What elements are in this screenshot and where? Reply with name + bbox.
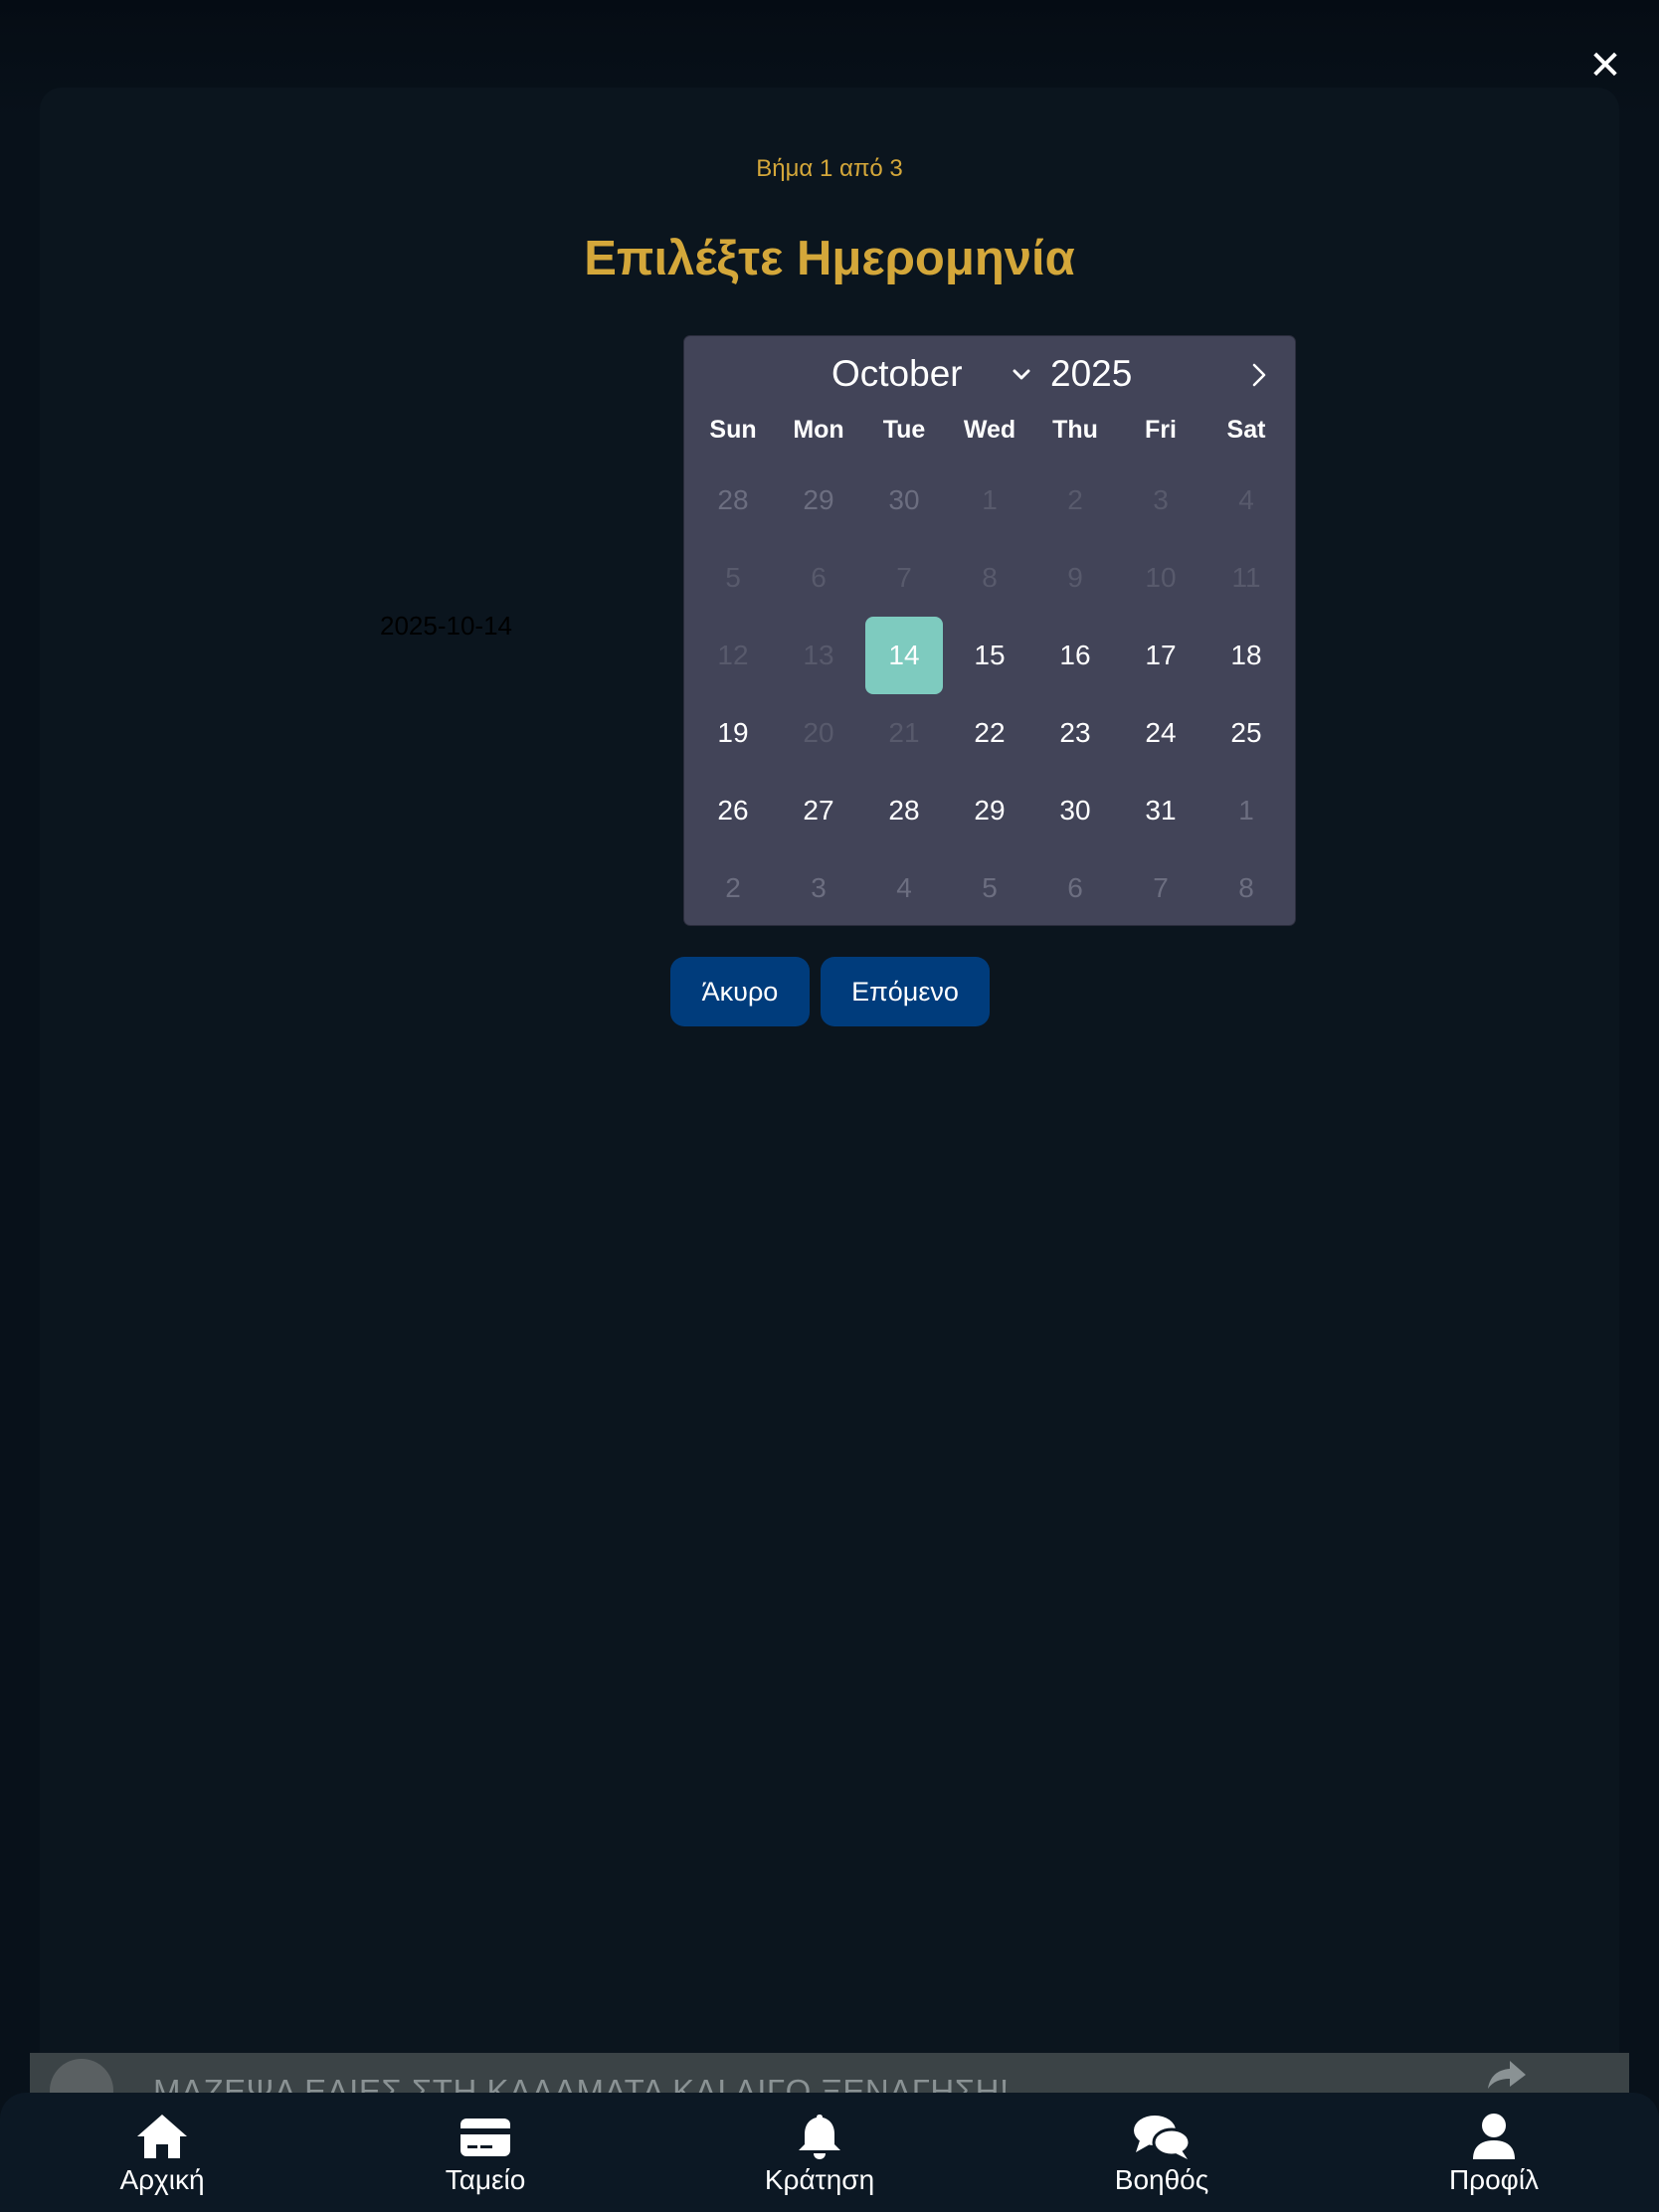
calendar-day[interactable]: 25 [1207, 694, 1285, 772]
nav-label: Ταμείο [445, 2164, 526, 2195]
calendar-day[interactable]: 30 [865, 461, 943, 539]
year-input[interactable]: 2025 [1050, 348, 1132, 400]
calendar-day[interactable]: 4 [865, 849, 943, 927]
nav-item-assistant[interactable]: Βοηθός [1062, 2113, 1261, 2196]
calendar-day[interactable]: 19 [694, 694, 772, 772]
calendar-day[interactable]: 17 [1122, 617, 1199, 694]
calendar-header: October 2025 [684, 348, 1295, 400]
action-buttons: Άκυρο Επόμενο [670, 957, 990, 1026]
calendar-day[interactable]: 6 [1036, 849, 1114, 927]
weekday-label: Wed [963, 416, 1016, 444]
calendar-day: 5 [725, 562, 741, 593]
calendar-day[interactable]: 1 [1207, 772, 1285, 849]
bottom-navigation: Αρχική Ταμείο Κράτηση Βοηθός Προφίλ [0, 2093, 1659, 2212]
nav-item-profile[interactable]: Προφίλ [1394, 2113, 1593, 2196]
calendar-day: 9 [1067, 562, 1083, 593]
weekday-label: Thu [1052, 416, 1098, 444]
calendar-day[interactable]: 28 [694, 461, 772, 539]
weekday-label: Fri [1145, 416, 1177, 444]
next-month-icon[interactable] [1247, 362, 1271, 388]
nav-label: Κράτηση [764, 2164, 875, 2195]
calendar-day[interactable]: 5 [951, 849, 1028, 927]
calendar-day: 21 [888, 717, 920, 748]
nav-item-booking[interactable]: Κράτηση [720, 2113, 919, 2196]
calendar-day[interactable]: 16 [1036, 617, 1114, 694]
date-picker-calendar: October 2025 Sun Mon Tue Wed Thu Fri Sat… [684, 336, 1295, 925]
calendar-day: 1 [982, 484, 998, 515]
calendar-day: 12 [717, 640, 749, 670]
calendar-day-selected[interactable]: 14 [865, 617, 943, 694]
weekday-label: Tue [882, 416, 926, 444]
nav-label: Προφίλ [1448, 2164, 1540, 2195]
calendar-day[interactable]: 26 [694, 772, 772, 849]
calendar-day[interactable]: 29 [951, 772, 1028, 849]
calendar-day: 7 [896, 562, 912, 593]
calendar-day[interactable]: 31 [1122, 772, 1199, 849]
day-grid: 28 29 30 1 2 3 4 5 6 7 8 9 10 11 12 13 14 15 16 17 18 19 20 21 2… [690, 461, 1289, 927]
calendar-day[interactable]: 15 [951, 617, 1028, 694]
calendar-day: 11 [1231, 562, 1261, 593]
nav-item-cashier[interactable]: Ταμείο [386, 2113, 585, 2196]
next-button[interactable]: Επόμενο [821, 957, 990, 1026]
weekday-label: Sun [709, 416, 757, 444]
calendar-day[interactable]: 22 [951, 694, 1028, 772]
calendar-day[interactable]: 24 [1122, 694, 1199, 772]
calendar-day[interactable]: 28 [865, 772, 943, 849]
calendar-day: 10 [1145, 562, 1177, 593]
bell-icon [799, 2115, 840, 2159]
cancel-button[interactable]: Άκυρο [670, 957, 810, 1026]
calendar-day: 2 [1067, 484, 1083, 515]
calendar-day: 6 [811, 562, 827, 593]
calendar-day: 8 [982, 562, 998, 593]
step-indicator: Βήμα 1 από 3 [756, 155, 903, 182]
chat-icon [1134, 2116, 1192, 2159]
month-select[interactable]: October [831, 348, 963, 400]
nav-item-home[interactable]: Αρχική [63, 2113, 262, 2196]
share-icon[interactable] [1484, 2057, 1530, 2093]
calendar-day[interactable]: 29 [780, 461, 857, 539]
close-icon[interactable]: ✕ [1587, 46, 1623, 86]
calendar-day[interactable]: 7 [1122, 849, 1199, 927]
home-icon [137, 2115, 187, 2158]
date-input-value[interactable]: 2025-10-14 [380, 611, 512, 642]
credit-card-icon [461, 2119, 510, 2156]
calendar-day[interactable]: 3 [780, 849, 857, 927]
calendar-day[interactable]: 23 [1036, 694, 1114, 772]
calendar-day: 20 [803, 717, 834, 748]
weekday-label: Mon [793, 416, 844, 444]
calendar-day[interactable]: 2 [694, 849, 772, 927]
calendar-day[interactable]: 18 [1207, 617, 1285, 694]
calendar-day: 4 [1238, 484, 1254, 515]
calendar-day: 3 [1153, 484, 1169, 515]
calendar-day: 13 [803, 640, 834, 670]
nav-label: Αρχική [119, 2164, 205, 2195]
nav-label: Βοηθός [1114, 2164, 1209, 2195]
weekday-row: Sun Mon Tue Wed Thu Fri Sat [684, 416, 1295, 446]
user-icon [1473, 2114, 1515, 2159]
chevron-down-icon[interactable] [1011, 364, 1032, 386]
calendar-day[interactable]: 8 [1207, 849, 1285, 927]
weekday-label: Sat [1226, 416, 1266, 444]
calendar-day[interactable]: 30 [1036, 772, 1114, 849]
calendar-day[interactable]: 27 [780, 772, 857, 849]
page-title: Επιλέξτε Ημερομηνία [584, 232, 1075, 285]
